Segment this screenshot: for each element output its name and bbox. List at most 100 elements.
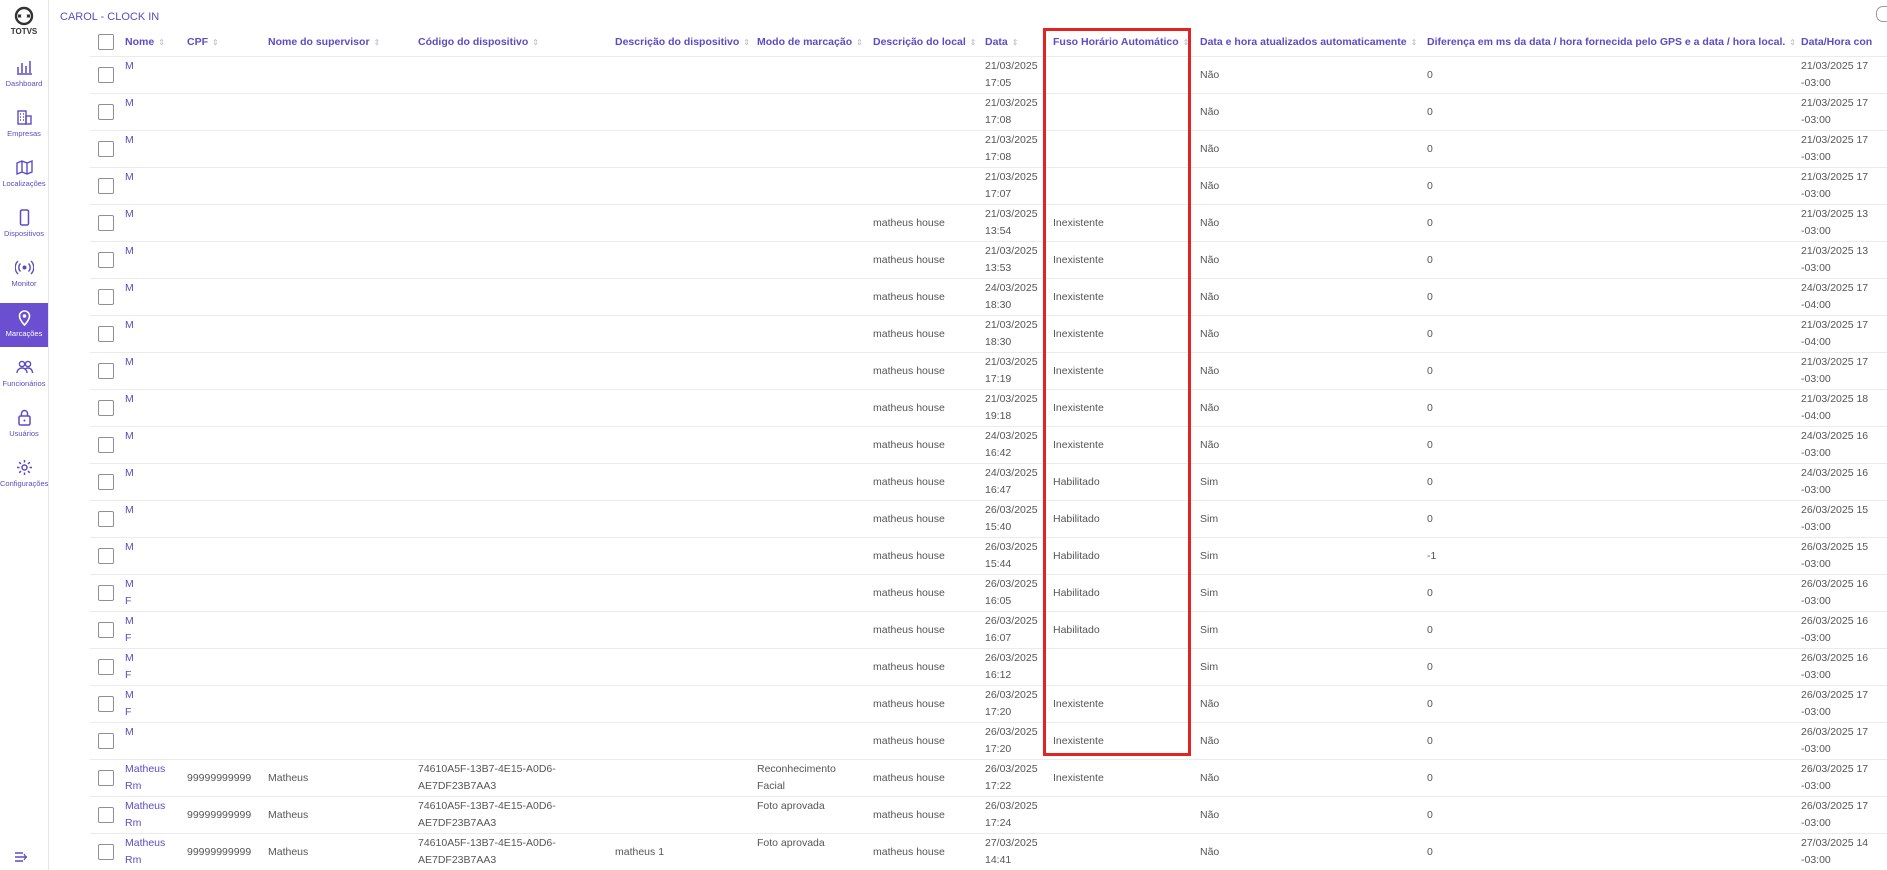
collapse-menu-icon[interactable] (14, 850, 34, 864)
row-checkbox[interactable] (98, 67, 114, 83)
row-checkbox[interactable] (98, 178, 114, 194)
table-row[interactable]: Mmatheus house 24/03/2025 18:30 Inexistente… (90, 278, 1887, 316)
sort-icon[interactable]: ⇕ (1789, 38, 1796, 47)
name-link[interactable]: M (125, 316, 134, 334)
sort-icon[interactable]: ⇕ (212, 38, 219, 47)
header-datahora[interactable]: Data/Hora con (1801, 28, 1872, 56)
header-diferenca[interactable]: Diferença em ms da data / hora fornecida… (1427, 28, 1796, 56)
table-row[interactable]: Mmatheus house 24/03/2025 16:47 Habilitado S… (90, 463, 1887, 501)
name-link[interactable]: M (125, 205, 134, 223)
sort-icon[interactable]: ⇕ (532, 38, 539, 47)
table-row[interactable]: Mmatheus house 26/03/2025 15:44 Habilitado S… (90, 537, 1887, 575)
row-checkbox[interactable] (98, 289, 114, 305)
header-nome[interactable]: Nome ⇕ (125, 28, 165, 56)
name-link[interactable]: M (125, 575, 134, 593)
name-link[interactable]: M (125, 612, 134, 630)
header-cpf[interactable]: CPF ⇕ (187, 28, 219, 56)
table-row[interactable]: M 21/03/2025 17:08 Não 0 21/03/2025 17 -03:00 (90, 130, 1887, 168)
row-checkbox[interactable] (98, 770, 114, 786)
row-checkbox[interactable] (98, 326, 114, 342)
name-link[interactable]: M (125, 686, 134, 704)
row-checkbox[interactable] (98, 363, 114, 379)
table-row[interactable]: Mmatheus house 21/03/2025 18:30 Inexistente… (90, 315, 1887, 353)
table-row[interactable]: Matheus Rm 99999999999 Matheus 74610A5F-13B7… (90, 833, 1887, 870)
row-checkbox[interactable] (98, 659, 114, 675)
name-link-2[interactable]: F (125, 592, 131, 610)
header-data[interactable]: Data ⇕ (985, 28, 1018, 56)
name-link[interactable]: Matheus (125, 797, 165, 815)
table-row[interactable]: Mmatheus house 21/03/2025 17:19 Inexistente… (90, 352, 1887, 390)
name-link[interactable]: M (125, 649, 134, 667)
name-link[interactable]: M (125, 131, 134, 149)
name-link-2[interactable]: Rm (125, 814, 141, 832)
table-row[interactable]: M 21/03/2025 17:05 Não 0 21/03/2025 17 -03:00 (90, 56, 1887, 94)
name-link[interactable]: M (125, 390, 134, 408)
name-link-2[interactable]: F (125, 629, 131, 647)
totvs-logo[interactable]: TOTVS (0, 6, 48, 36)
sidebar-item-map[interactable]: Localizações (0, 153, 48, 197)
table-row[interactable]: M 21/03/2025 17:07 Não 0 21/03/2025 17 -03:00 (90, 167, 1887, 205)
row-checkbox[interactable] (98, 548, 114, 564)
name-link[interactable]: Matheus (125, 834, 165, 852)
row-checkbox[interactable] (98, 215, 114, 231)
name-link[interactable]: M (125, 168, 134, 186)
sort-icon[interactable]: ⇕ (970, 38, 977, 47)
row-checkbox[interactable] (98, 252, 114, 268)
sort-icon[interactable]: ⇕ (158, 38, 165, 47)
table-row[interactable]: M Fmatheus house 26/03/2025 16:12 Sim 0 26/03/… (90, 648, 1887, 686)
select-all-checkbox[interactable] (98, 34, 114, 50)
name-link[interactable]: M (125, 242, 134, 260)
name-link-2[interactable]: Rm (125, 851, 141, 869)
name-link[interactable]: M (125, 279, 134, 297)
row-checkbox[interactable] (98, 474, 114, 490)
header-fuso[interactable]: Fuso Horário Automático ⇕ (1053, 28, 1189, 56)
header-descricao-dispositivo[interactable]: Descrição do dispositivo ⇕ (615, 28, 750, 56)
table-row[interactable]: Matheus Rm 99999999999 Matheus 74610A5F-13B7… (90, 796, 1887, 834)
sidebar-item-chart[interactable]: Dashboard (0, 53, 48, 97)
row-checkbox[interactable] (98, 844, 114, 860)
sidebar-item-location-pin[interactable]: Marcações (0, 303, 48, 347)
name-link[interactable]: M (125, 353, 134, 371)
name-link[interactable]: M (125, 464, 134, 482)
sort-icon[interactable]: ⇕ (743, 38, 750, 47)
table-row[interactable]: Mmatheus house 26/03/2025 17:20 Inexistente… (90, 722, 1887, 760)
sidebar-item-broadcast[interactable]: Monitor (0, 253, 48, 297)
sort-icon[interactable]: ⇕ (1183, 38, 1190, 47)
header-data-auto[interactable]: Data e hora atualizados automaticamente ⇕ (1200, 28, 1417, 56)
header-local[interactable]: Descrição do local ⇕ (873, 28, 977, 56)
sort-icon[interactable]: ⇕ (1411, 38, 1418, 47)
table-row[interactable]: M 21/03/2025 17:08 Não 0 21/03/2025 17 -03:00 (90, 93, 1887, 131)
row-checkbox[interactable] (98, 141, 114, 157)
sidebar-item-phone[interactable]: Dispositivos (0, 203, 48, 247)
sidebar-item-gear[interactable]: Configurações (0, 453, 48, 497)
name-link[interactable]: M (125, 723, 134, 741)
sort-icon[interactable]: ⇕ (374, 38, 381, 47)
name-link[interactable]: M (125, 501, 134, 519)
table-row[interactable]: Mmatheus house 21/03/2025 19:18 Inexistente… (90, 389, 1887, 427)
row-checkbox[interactable] (98, 400, 114, 416)
row-checkbox[interactable] (98, 437, 114, 453)
user-menu-button[interactable] (1876, 6, 1887, 22)
table-row[interactable]: Mmatheus house 26/03/2025 15:40 Habilitado S… (90, 500, 1887, 538)
row-checkbox[interactable] (98, 622, 114, 638)
sidebar-item-users[interactable]: Funcionários (0, 353, 48, 397)
table-row[interactable]: Mmatheus house 24/03/2025 16:42 Inexistente… (90, 426, 1887, 464)
row-checkbox[interactable] (98, 104, 114, 120)
name-link-2[interactable]: Rm (125, 777, 141, 795)
table-row[interactable]: Matheus Rm 99999999999 Matheus 74610A5F-13B7… (90, 759, 1887, 797)
sort-icon[interactable]: ⇕ (1012, 38, 1019, 47)
sidebar-item-lock[interactable]: Usuários (0, 403, 48, 447)
table-row[interactable]: M Fmatheus house 26/03/2025 17:20 Inexistent… (90, 685, 1887, 723)
sort-icon[interactable]: ⇕ (856, 38, 863, 47)
table-row[interactable]: Mmatheus house 21/03/2025 13:53 Inexistente… (90, 241, 1887, 279)
header-codigo[interactable]: Código do dispositivo ⇕ (418, 28, 539, 56)
name-link[interactable]: M (125, 427, 134, 445)
row-checkbox[interactable] (98, 696, 114, 712)
name-link[interactable]: M (125, 57, 134, 75)
header-supervisor[interactable]: Nome do supervisor ⇕ (268, 28, 380, 56)
table-row[interactable]: Mmatheus house 21/03/2025 13:54 Inexistente… (90, 204, 1887, 242)
name-link[interactable]: Matheus (125, 760, 165, 778)
name-link[interactable]: M (125, 94, 134, 112)
name-link[interactable]: M (125, 538, 134, 556)
header-modo[interactable]: Modo de marcação ⇕ (757, 28, 863, 56)
